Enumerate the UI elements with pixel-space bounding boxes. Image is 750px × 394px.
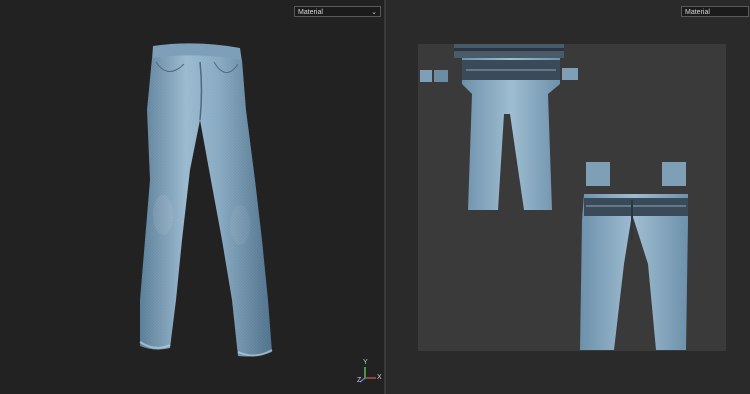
axis-x-label: X [377,374,382,381]
axis-z-label: Z [357,377,362,384]
3d-viewport[interactable]: Material ⌄ Y X Z [0,0,384,394]
uv-texture-canvas[interactable] [418,44,726,351]
uv-layout-pieces [420,44,688,350]
uv-viewport[interactable]: Material [386,0,750,394]
shading-mode-dropdown-uv[interactable]: Material [681,6,749,17]
axis-gizmo: Y X Z [357,359,383,385]
axis-y-label: Y [363,359,368,366]
shading-mode-label-uv: Material [685,9,710,16]
jeans-3d-model[interactable] [0,0,384,394]
